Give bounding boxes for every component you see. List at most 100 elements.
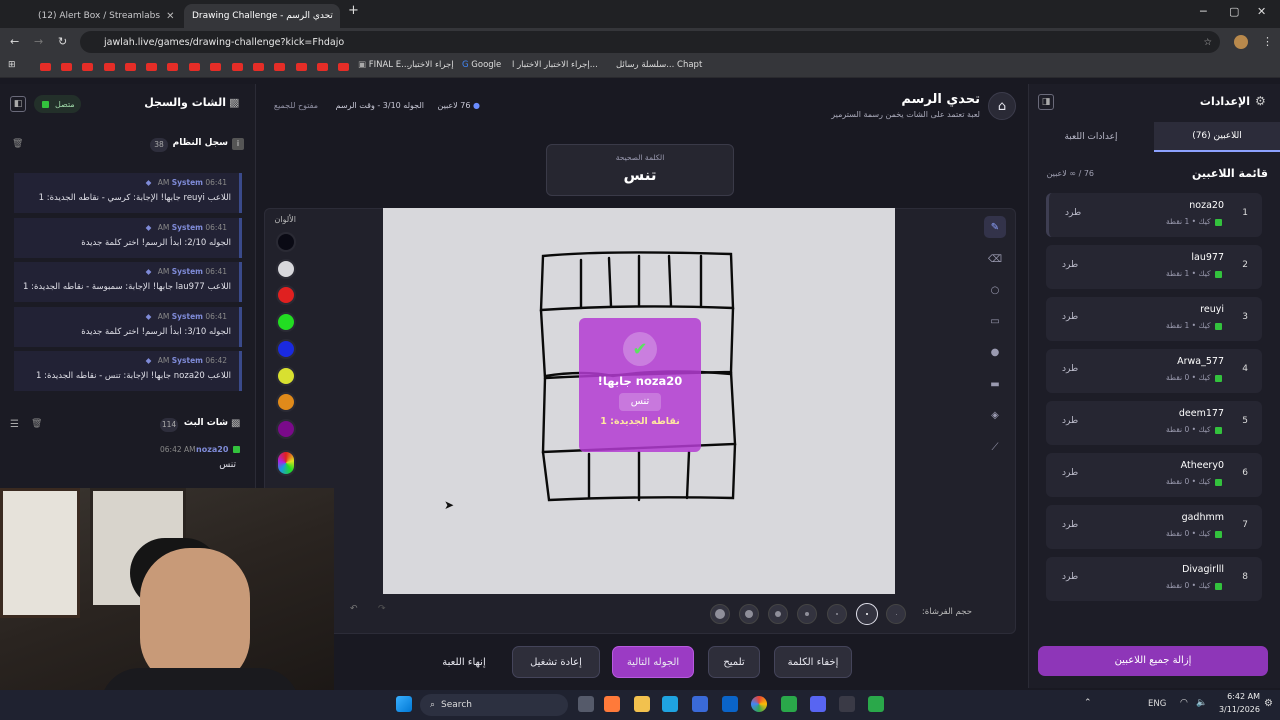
file-explorer-icon[interactable] — [634, 696, 650, 712]
store-icon[interactable] — [692, 696, 708, 712]
youtube-bookmark-icon[interactable] — [338, 63, 349, 71]
xbox-game-bar-icon[interactable] — [868, 696, 884, 712]
clock-time[interactable]: 6:42 AM — [1216, 692, 1260, 701]
brush-size-s[interactable] — [797, 604, 817, 624]
new-tab-icon[interactable]: + — [348, 3, 359, 18]
rectangle-tool-icon[interactable]: ▭ — [984, 310, 1006, 332]
discord-icon[interactable] — [810, 696, 826, 712]
wifi-icon[interactable]: ◠ — [1180, 698, 1188, 708]
eraser-tool-icon[interactable]: ⌫ — [984, 248, 1006, 270]
star-icon[interactable]: ☆ — [1203, 37, 1212, 48]
language-indicator[interactable]: ENG — [1148, 699, 1166, 709]
collapse-right-icon[interactable]: ◨ — [1038, 94, 1054, 110]
youtube-bookmark-icon[interactable] — [274, 63, 285, 71]
app-icon[interactable] — [839, 696, 855, 712]
bookmark-test-2[interactable]: إجراء الاختبار الاختبار ا... — [512, 60, 598, 70]
youtube-bookmark-icon[interactable] — [82, 63, 93, 71]
back-icon[interactable]: ← — [10, 35, 19, 48]
brush-size-selected[interactable] — [856, 603, 878, 625]
youtube-bookmark-icon[interactable] — [40, 63, 51, 71]
kick-player-button[interactable]: طرد — [1062, 260, 1078, 270]
windows-start-icon[interactable] — [396, 696, 412, 712]
bookmark-final[interactable]: ▣ FINAL E... — [358, 60, 409, 70]
bookmark-chat[interactable]: سلسلة رسائل... Chapt — [616, 60, 702, 70]
kick-player-button[interactable]: طرد — [1062, 468, 1078, 478]
youtube-bookmark-icon[interactable] — [104, 63, 115, 71]
maximize-icon[interactable]: ▢ — [1229, 5, 1239, 18]
tray-chevron-icon[interactable]: ⌃ — [1084, 698, 1092, 708]
tab-drawing-challenge[interactable]: Drawing Challenge - تحدي الرسم ✕ — [184, 4, 340, 28]
youtube-bookmark-icon[interactable] — [189, 63, 200, 71]
menu-icon[interactable]: ⋮ — [1262, 35, 1273, 48]
end-game-button[interactable]: إنهاء اللعبة — [428, 646, 500, 678]
youtube-bookmark-icon[interactable] — [317, 63, 328, 71]
line-tool-icon[interactable]: ⟋ — [984, 436, 1006, 458]
hide-word-button[interactable]: إخفاء الكلمة — [774, 646, 852, 678]
xbox-icon[interactable] — [781, 696, 797, 712]
tab-game-settings[interactable]: إعدادات اللعبة — [1028, 122, 1154, 152]
brush-size-xs[interactable] — [827, 604, 847, 624]
brush-size-m[interactable] — [768, 604, 788, 624]
brush-size-xxs[interactable] — [886, 604, 906, 624]
minimize-icon[interactable]: ─ — [1200, 5, 1207, 18]
tab-streamlabs[interactable]: (12) Alert Box / Streamlabs ✕ — [24, 4, 180, 28]
restart-button[interactable]: إعادة تشغيل — [512, 646, 600, 678]
fill-bucket-tool-icon[interactable]: ◈ — [984, 404, 1006, 426]
pencil-tool-icon[interactable]: ✎ — [984, 216, 1006, 238]
trash-icon[interactable]: 🗑 — [31, 419, 42, 429]
color-swatch[interactable] — [276, 232, 296, 252]
clock-date[interactable]: 3/11/2026 — [1206, 705, 1260, 714]
color-swatch[interactable] — [276, 365, 296, 386]
kick-player-button[interactable]: طرد — [1062, 520, 1078, 530]
youtube-bookmark-icon[interactable] — [253, 63, 264, 71]
youtube-bookmark-icon[interactable] — [146, 63, 157, 71]
kick-player-button[interactable]: طرد — [1062, 572, 1078, 582]
apps-grid-icon[interactable]: ⊞ — [8, 60, 16, 70]
forward-icon[interactable]: → — [34, 35, 43, 48]
profile-avatar[interactable] — [1234, 35, 1248, 49]
bookmark-google[interactable]: G Google — [462, 60, 501, 70]
reload-icon[interactable]: ↻ — [58, 35, 67, 48]
collapse-left-icon[interactable]: ◧ — [10, 96, 26, 112]
task-view-icon[interactable] — [578, 696, 594, 712]
close-window-icon[interactable]: ✕ — [1257, 5, 1266, 18]
url-field[interactable]: jawlah.live/games/drawing-challenge?kick… — [80, 31, 1220, 53]
youtube-bookmark-icon[interactable] — [210, 63, 221, 71]
color-swatch[interactable] — [276, 418, 296, 439]
circle-tool-icon[interactable]: ○ — [984, 279, 1006, 301]
home-icon[interactable]: ⌂ — [988, 92, 1016, 120]
color-swatch[interactable] — [276, 258, 296, 279]
drawing-board[interactable]: ✔ noza20 جابها! تنس نقاطه الجديدة: 1 — [383, 208, 895, 594]
color-swatch[interactable] — [276, 338, 296, 359]
youtube-bookmark-icon[interactable] — [61, 63, 72, 71]
copilot-icon[interactable] — [604, 696, 620, 712]
remove-all-players-button[interactable]: إزالة جميع اللاعبين — [1038, 646, 1268, 676]
kick-player-button[interactable]: طرد — [1062, 312, 1078, 322]
kick-player-button[interactable]: طرد — [1062, 364, 1078, 374]
filter-icon[interactable]: ☰ — [10, 419, 19, 430]
kick-player-button[interactable]: طرد — [1062, 416, 1078, 426]
filled-circle-tool-icon[interactable]: ● — [984, 341, 1006, 363]
undo-icon[interactable]: ↶ — [350, 604, 358, 614]
kick-player-button[interactable]: طرد — [1065, 208, 1081, 218]
filled-rect-tool-icon[interactable]: ▬ — [984, 373, 1006, 395]
youtube-bookmark-icon[interactable] — [125, 63, 136, 71]
outlook-icon[interactable] — [722, 696, 738, 712]
hint-button[interactable]: تلميح — [708, 646, 760, 678]
trash-icon[interactable]: 🗑 — [12, 139, 23, 149]
taskbar-search[interactable]: ⌕ Search — [420, 694, 568, 716]
redo-icon[interactable]: ↷ — [378, 604, 386, 614]
brush-size-l[interactable] — [739, 604, 759, 624]
edge-icon[interactable] — [662, 696, 678, 712]
youtube-bookmark-icon[interactable] — [296, 63, 307, 71]
youtube-bookmark-icon[interactable] — [167, 63, 178, 71]
next-round-button[interactable]: الجوله التالية — [612, 646, 694, 678]
tab-players[interactable]: اللاعبين (76) — [1154, 122, 1280, 152]
bookmark-test[interactable]: إجراء الاختبار — [408, 60, 454, 70]
close-icon[interactable]: ✕ — [339, 11, 340, 22]
close-icon[interactable]: ✕ — [166, 11, 174, 22]
brush-size-xl[interactable] — [710, 604, 730, 624]
custom-color-picker[interactable] — [276, 450, 296, 476]
youtube-bookmark-icon[interactable] — [232, 63, 243, 71]
color-swatch[interactable] — [276, 312, 296, 333]
